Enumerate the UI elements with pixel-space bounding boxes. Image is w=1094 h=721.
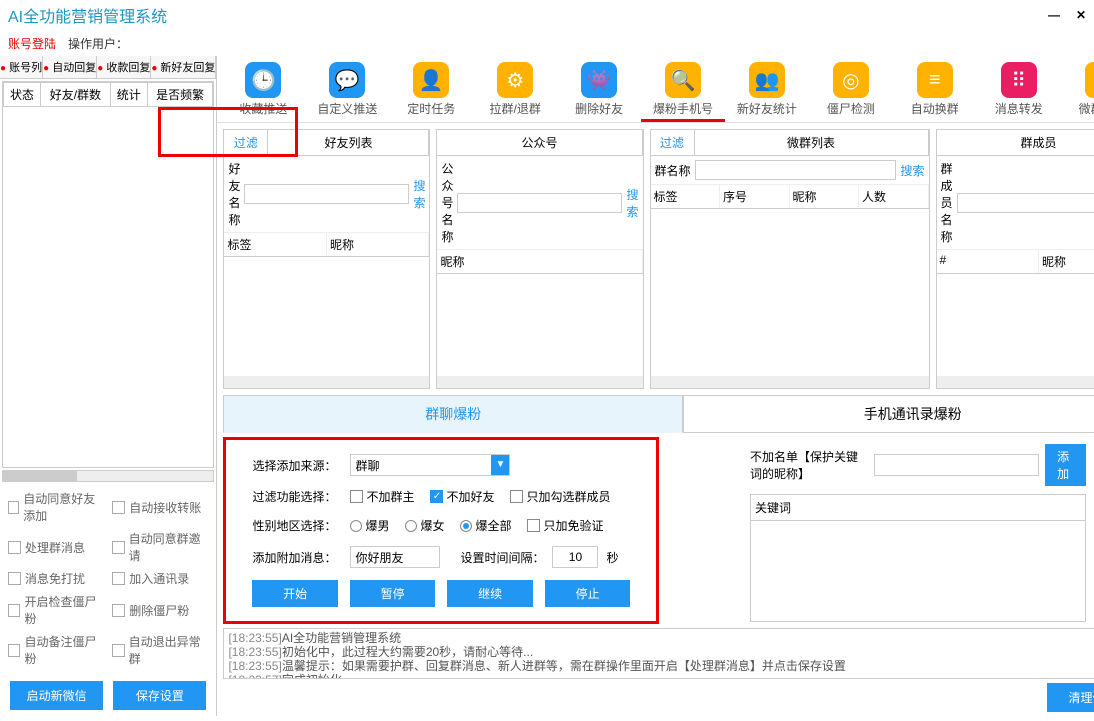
option-7[interactable]: 删除僵尸粉 xyxy=(112,593,208,627)
filter-no-owner[interactable]: 不加群主 xyxy=(350,488,414,505)
search-input[interactable] xyxy=(457,193,622,213)
search-input[interactable] xyxy=(695,160,897,180)
left-col: 状态 xyxy=(4,83,41,107)
minimize-button[interactable]: — xyxy=(1048,8,1060,22)
radio-male[interactable]: 爆男 xyxy=(350,517,389,534)
filter-no-friend[interactable]: ✓不加好友 xyxy=(430,488,494,505)
interval-input[interactable] xyxy=(552,546,598,568)
tool-2[interactable]: 👤定时任务 xyxy=(389,60,473,122)
log-output: [18:23:55]AI全功能营销管理系统[18:23:55]初始化中，此过程大… xyxy=(223,628,1094,679)
message-label: 添加附加消息： xyxy=(252,549,342,566)
gender-label: 性别地区选择： xyxy=(252,517,342,534)
search-link[interactable]: 搜索 xyxy=(900,162,924,179)
tab-group-chat[interactable]: 群聊爆粉 xyxy=(223,395,683,433)
option-1[interactable]: 自动接收转账 xyxy=(112,490,208,524)
filter-tab[interactable]: 过滤 xyxy=(224,130,268,156)
blacklist-input[interactable] xyxy=(874,454,1039,476)
interval-unit: 秒 xyxy=(606,549,618,566)
interval-label: 设置时间间隔： xyxy=(460,549,544,566)
clear-log-button[interactable]: 清理信息 xyxy=(1047,683,1094,712)
login-label[interactable]: 账号登陆 xyxy=(8,35,56,52)
tool-10[interactable]: ✿微群管理 xyxy=(1061,60,1094,122)
panel-tab[interactable]: 公众号 xyxy=(437,130,642,156)
keyword-list: 关键词 xyxy=(750,494,1086,622)
option-8[interactable]: 自动备注僵尸粉 xyxy=(8,633,104,667)
radio-female[interactable]: 爆女 xyxy=(405,517,444,534)
add-keyword-button[interactable]: 添加 xyxy=(1045,444,1086,486)
panel-scrollbar[interactable] xyxy=(937,376,1094,388)
blacklist-label: 不加名单【保护关键词的昵称】 xyxy=(750,448,868,482)
panel-scrollbar[interactable] xyxy=(437,376,642,388)
panel-tab[interactable]: 群成员 xyxy=(937,130,1094,156)
option-3[interactable]: 自动同意群邀请 xyxy=(112,530,208,564)
filter-tab[interactable]: 过滤 xyxy=(651,130,695,156)
panel4: 群成员群成员名称搜索#昵称 xyxy=(936,129,1094,389)
tool-7[interactable]: ◎僵尸检测 xyxy=(809,60,893,122)
left-scrollbar[interactable] xyxy=(2,470,214,482)
tool-4[interactable]: 👾删除好友 xyxy=(557,60,641,122)
save-settings-button[interactable]: 保存设置 xyxy=(113,681,206,710)
action-button-0[interactable]: 开始 xyxy=(252,580,338,607)
chevron-down-icon[interactable]: ▼ xyxy=(491,455,509,475)
radio-all[interactable]: 爆全部 xyxy=(460,517,511,534)
tool-9[interactable]: ⠿消息转发 xyxy=(977,60,1061,122)
filter-selected-only[interactable]: 只加勾选群成员 xyxy=(510,488,610,505)
filter-no-verify[interactable]: 只加免验证 xyxy=(527,517,603,534)
action-button-1[interactable]: 暂停 xyxy=(350,580,436,607)
search-input[interactable] xyxy=(957,193,1094,213)
left-tab-0[interactable]: ● 账号列 xyxy=(0,56,43,78)
filter-label: 过滤功能选择： xyxy=(252,488,342,505)
search-link[interactable]: 搜索 xyxy=(413,177,425,211)
source-label: 选择添加来源： xyxy=(252,457,342,474)
start-wechat-button[interactable]: 启动新微信 xyxy=(10,681,103,710)
option-2[interactable]: 处理群消息 xyxy=(8,530,104,564)
left-tab-2[interactable]: ● 收款回复 xyxy=(97,56,151,78)
left-tab-1[interactable]: ● 自动回复 xyxy=(43,56,97,78)
message-input[interactable] xyxy=(350,546,440,568)
option-4[interactable]: 消息免打扰 xyxy=(8,570,104,587)
panel1: 过滤好友列表好友名称搜索标签昵称 xyxy=(223,129,430,389)
tool-8[interactable]: ≡自动换群 xyxy=(893,60,977,122)
action-button-3[interactable]: 停止 xyxy=(545,580,631,607)
left-col: 好友/群数 xyxy=(41,83,111,107)
panel2: 公众号公众号名称搜索昵称 xyxy=(436,129,643,389)
left-tab-3[interactable]: ● 新好友回复 xyxy=(151,56,216,78)
panel-tab[interactable]: 微群列表 xyxy=(695,130,929,156)
left-col: 是否频繁 xyxy=(147,83,213,107)
tool-0[interactable]: 🕒收藏推送 xyxy=(221,60,305,122)
left-col: 统计 xyxy=(110,83,147,107)
panel3: 过滤微群列表群名称搜索标签序号昵称人数 xyxy=(650,129,930,389)
panel-scrollbar[interactable] xyxy=(651,376,929,388)
panel-tab[interactable]: 好友列表 xyxy=(268,130,429,156)
source-select[interactable]: 群聊▼ xyxy=(350,454,510,476)
search-link[interactable]: 搜索 xyxy=(626,186,638,220)
tool-6[interactable]: 👥新好友统计 xyxy=(725,60,809,122)
action-button-2[interactable]: 继续 xyxy=(447,580,533,607)
app-title: AI全功能营销管理系统 xyxy=(8,3,167,27)
form-highlight-box: 选择添加来源： 群聊▼ 过滤功能选择： 不加群主 ✓不加好友 只加勾选群成员 性… xyxy=(223,437,659,624)
option-0[interactable]: 自动同意好友添加 xyxy=(8,490,104,524)
option-5[interactable]: 加入通讯录 xyxy=(112,570,208,587)
tab-phone-contacts[interactable]: 手机通讯录爆粉 xyxy=(683,395,1094,433)
search-input[interactable] xyxy=(244,184,409,204)
panel-scrollbar[interactable] xyxy=(224,376,429,388)
option-9[interactable]: 自动退出异常群 xyxy=(112,633,208,667)
tool-5[interactable]: 🔍爆粉手机号 xyxy=(641,60,725,122)
tool-3[interactable]: ⚙拉群/退群 xyxy=(473,60,557,122)
tool-1[interactable]: 💬自定义推送 xyxy=(305,60,389,122)
close-button[interactable]: ✕ xyxy=(1076,8,1086,22)
operator-label: 操作用户： xyxy=(68,35,128,52)
option-6[interactable]: 开启检查僵尸粉 xyxy=(8,593,104,627)
